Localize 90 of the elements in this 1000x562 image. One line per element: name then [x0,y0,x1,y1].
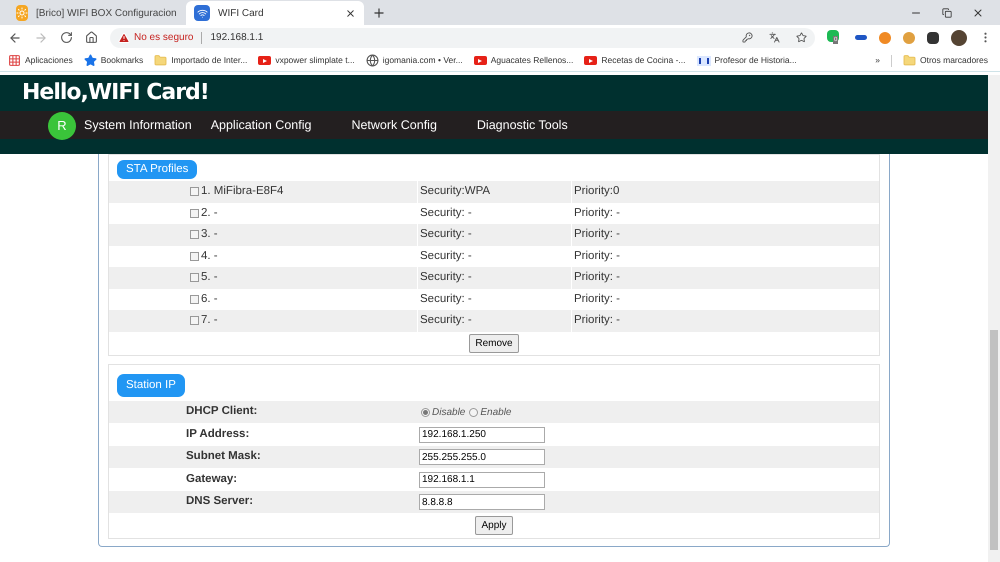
bookmark-item[interactable]: igomania.com • Ver... [366,54,463,67]
priority-text: Priority: - [574,227,620,242]
checkbox[interactable] [190,208,199,218]
key-icon[interactable] [742,32,753,43]
field-label: Subnet Mask: [186,450,261,462]
globe-icon [366,54,379,67]
bookmark-item[interactable]: Aguacates Rellenos... [474,54,574,67]
nav-link[interactable]: Application Config [210,116,312,134]
page-title: Hello,WIFI Card! [21,79,210,107]
input-field[interactable]: 8.8.8.8 [419,494,545,510]
tab-title: WIFI Card [218,6,265,20]
profile-name: 4. - [201,248,218,264]
security-text: Security: - [420,270,472,286]
input-field[interactable]: 192.168.1.250 [419,426,545,442]
url-text: 192.168.1.1 [210,31,264,45]
address-bar[interactable]: No es seguro 192.168.1.1 [110,28,815,48]
security-text: Security: - [420,248,472,264]
checkbox[interactable] [190,316,199,326]
input-field[interactable]: 192.168.1.1 [419,472,545,488]
nav-link[interactable]: Network Config [351,116,437,134]
checkbox[interactable] [190,230,199,240]
star-icon[interactable] [796,32,807,43]
checkbox[interactable] [190,294,199,304]
translate-icon[interactable] [769,32,780,43]
play-icon [258,56,272,65]
bookmark-item[interactable]: Bookmarks [84,54,144,67]
nav-link[interactable]: Diagnostic Tools [476,116,568,134]
priority-text: Priority:0 [574,184,620,200]
bookmark-item[interactable]: Profesor de Historia... [696,54,797,67]
remove-button[interactable]: Remove [469,334,519,352]
security-warning: No es seguro [134,31,194,45]
shield-icon[interactable] [827,30,839,42]
input-field[interactable]: 255.255.255.0 [419,449,545,465]
profile-avatar[interactable] [951,30,967,46]
radio-option[interactable]: Disable [421,404,466,420]
bookmark-item[interactable]: Aplicaciones [8,54,73,67]
tab-title: [Brico] WIFI BOX Configuracion [36,6,177,20]
bookmark-item[interactable]: Recetas de Cocina -... [584,54,686,67]
profile-name: 5. - [201,270,218,286]
apps-grid-icon [8,54,21,67]
home-icon[interactable] [85,31,98,44]
restore-icon[interactable] [942,8,952,18]
profile-name: 2. - [201,206,218,221]
reload-icon[interactable] [60,31,73,44]
priority-text: Priority: - [574,248,620,264]
priority-text: Priority: - [574,313,620,328]
star-icon [84,54,97,67]
back-icon[interactable] [8,30,22,44]
play-icon [584,56,598,65]
security-text: Security: - [420,227,472,242]
close-icon[interactable] [345,8,356,18]
checkbox[interactable] [190,252,199,261]
folder-icon [154,54,168,67]
bookmark-item[interactable]: vxpower slimplate t... [258,54,355,67]
field-label: Gateway: [186,472,238,485]
apply-button[interactable]: Apply [475,516,512,536]
scrollbar[interactable] [988,75,1000,562]
checkbox[interactable] [190,187,199,196]
security-text: Security:WPA [420,184,490,200]
priority-text: Priority: - [574,270,620,286]
section-title: Station IP [117,374,185,397]
security-text: Security: - [420,292,472,307]
field-label: DNS Server: [186,495,254,508]
profile-name: 1. MiFibra-E8F4 [201,184,284,200]
bookmark-item[interactable]: Importado de Inter... [154,54,248,67]
section-title: STA Profiles [117,160,198,180]
priority-text: Priority: - [574,292,620,307]
field-label: DHCP Client: [186,405,258,418]
browser-tab[interactable]: WIFI Card [186,1,364,25]
security-text: Security: - [420,206,472,221]
extension-icon[interactable] [855,35,867,40]
field-label: IP Address: [186,428,250,440]
radio-option[interactable]: Enable [469,404,512,420]
play-icon [474,56,487,65]
wifi-icon [194,5,210,21]
new-tab-icon[interactable] [372,6,386,20]
sun-icon [16,5,28,21]
security-text: Security: - [420,313,472,328]
profile-name: 6. - [201,292,218,307]
profile-name: 7. - [201,313,218,328]
priority-text: Priority: - [574,206,620,221]
close-icon[interactable] [972,6,984,18]
extension-icon[interactable] [927,32,939,44]
bookmarks-overflow[interactable]: » [875,54,880,67]
profile-name: 3. - [201,227,218,242]
checkbox[interactable] [190,273,199,282]
warning-icon [118,32,130,44]
nav-link[interactable]: System Information [84,116,192,134]
folder-icon [902,54,916,67]
bookmark-item[interactable]: Otros marcadores [902,54,992,67]
